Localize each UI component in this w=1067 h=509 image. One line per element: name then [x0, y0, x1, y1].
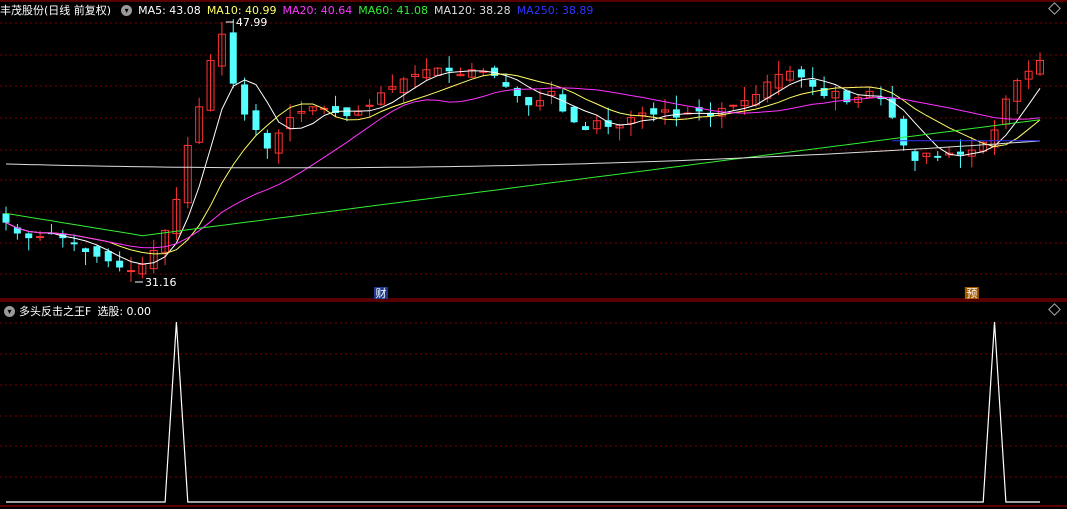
ma20-line	[5, 87, 1041, 249]
candle-body	[252, 110, 260, 130]
candle-body	[70, 242, 78, 245]
candle-body	[445, 67, 453, 72]
candle-body	[570, 106, 578, 123]
ma60-line	[5, 119, 1041, 237]
candle-body	[93, 246, 101, 257]
candle-body	[729, 104, 738, 107]
signal-line	[6, 321, 1040, 503]
price-chart: 47.99 31.16 财 预	[0, 0, 1067, 507]
ma120-line	[5, 140, 1041, 169]
candle-body	[900, 118, 908, 146]
candle-body	[82, 248, 90, 253]
candle-body	[809, 79, 817, 87]
candle-body	[502, 82, 510, 87]
candle-body	[672, 109, 680, 118]
ma10-line	[5, 73, 1041, 255]
candle-body	[525, 97, 533, 106]
candle-body	[241, 84, 249, 115]
candle-body	[934, 155, 942, 158]
candle-body	[2, 213, 10, 223]
candle-body	[126, 270, 135, 273]
candle-body	[911, 151, 919, 161]
candle-body	[229, 32, 237, 84]
candle-body	[581, 126, 589, 130]
candle-body	[559, 94, 567, 112]
high-price-label: 47.99	[236, 16, 268, 29]
candle-body	[956, 151, 964, 155]
candle-body	[263, 132, 271, 149]
candle-body	[116, 260, 124, 268]
candle-body	[25, 233, 33, 239]
candle-body	[797, 69, 805, 78]
marker-yu-label: 预	[966, 287, 977, 300]
candle-body	[343, 107, 351, 117]
candle-body	[365, 104, 374, 107]
marker-cai-label: 财	[375, 286, 386, 300]
candle-body	[650, 108, 658, 115]
candle-body	[36, 236, 45, 239]
candle-body	[104, 251, 112, 262]
low-price-label: 31.16	[145, 276, 177, 289]
